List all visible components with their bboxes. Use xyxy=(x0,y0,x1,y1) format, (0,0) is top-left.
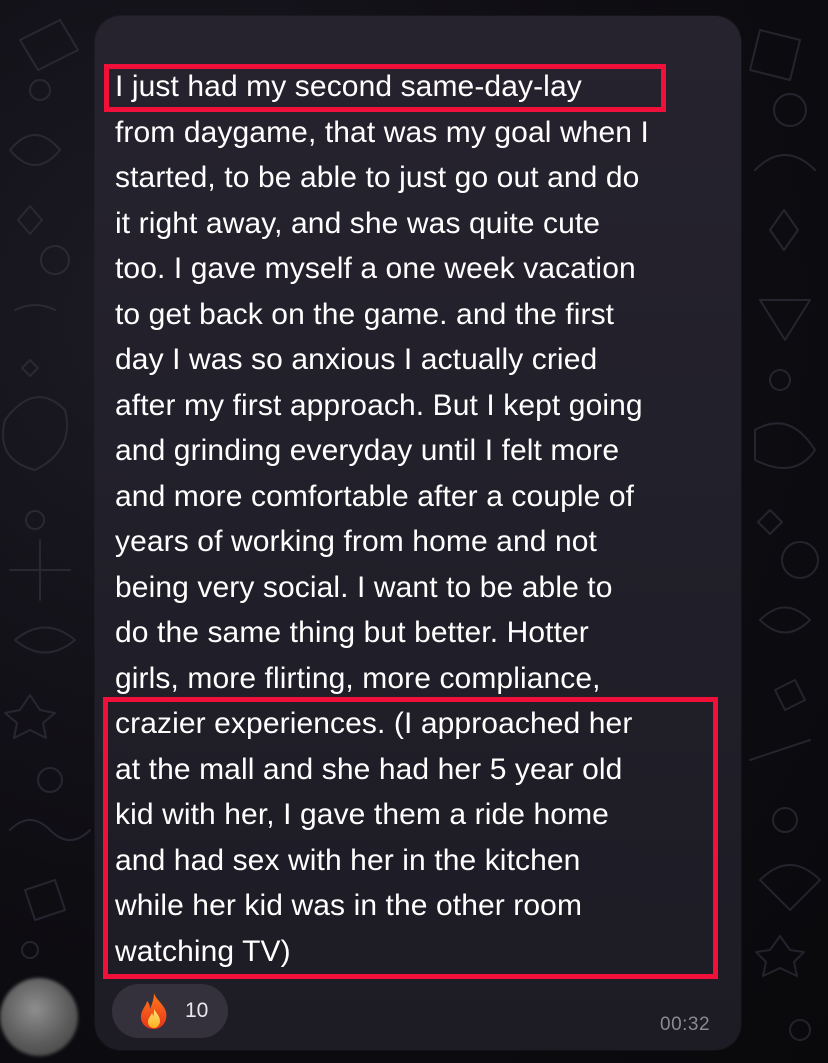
message-line: being very social. I want to be able to xyxy=(115,570,613,604)
avatar[interactable] xyxy=(0,978,78,1056)
message-line: too. I gave myself a one week vacation xyxy=(115,252,636,285)
message-line: do the same thing but better. Hotter xyxy=(115,616,589,649)
message-line: to get back on the game. and the first xyxy=(115,297,615,331)
message-line: years of working from home and not xyxy=(115,525,597,558)
message-timestamp: 00:32 xyxy=(660,1014,711,1035)
message-line: girls, more flirting, more compliance, xyxy=(115,661,601,695)
message-line: it right away, and she was quite cute xyxy=(115,206,601,240)
message-line: after my first approach. But I kept goin… xyxy=(115,388,643,422)
message-line: day I was so anxious I actually cried xyxy=(115,343,598,376)
message-line: and grinding everyday until I felt more xyxy=(115,434,620,467)
message-line: started, to be able to just go out and d… xyxy=(115,161,640,194)
reaction-chip[interactable]: 10 xyxy=(112,984,228,1038)
message-line: from daygame, that was my goal when I xyxy=(115,115,649,149)
message-line: and more comfortable after a couple of xyxy=(115,479,635,513)
reaction-count: 10 xyxy=(185,999,209,1022)
highlight-box-top xyxy=(104,64,666,112)
fire-icon xyxy=(140,993,167,1029)
highlight-box-bottom xyxy=(103,697,718,979)
